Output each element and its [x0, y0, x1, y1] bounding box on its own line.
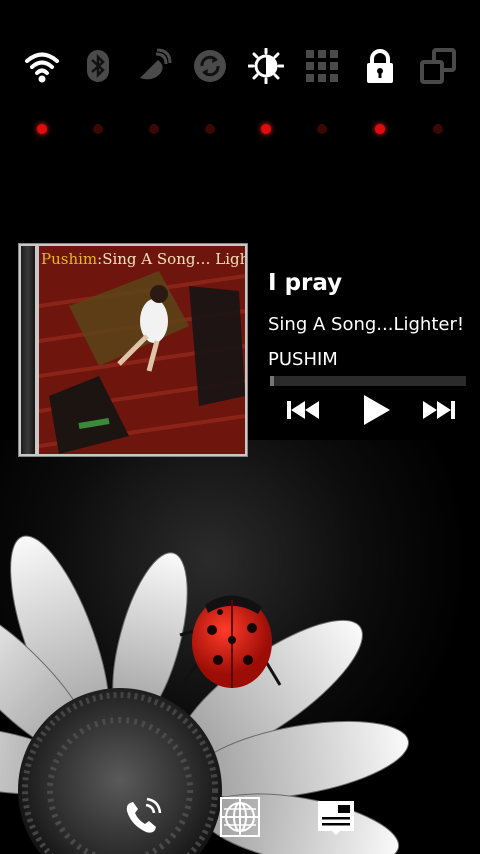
cover-text: Pushim:Sing A Song… Lighter!	[41, 250, 245, 268]
toggle-indicator	[375, 124, 385, 134]
track-album: Sing A Song...Lighter!	[268, 314, 465, 335]
wifi-toggle[interactable]	[14, 44, 70, 144]
cover-album-text: :Sing A Song… Lighter!	[97, 250, 245, 268]
sync-toggle[interactable]	[182, 44, 238, 144]
cd-case-spine	[21, 246, 35, 454]
track-title: I pray	[268, 270, 343, 296]
cover-artist-text: Pushim	[41, 250, 98, 268]
bluetooth-toggle[interactable]	[70, 44, 126, 144]
brightness-toggle[interactable]	[238, 44, 294, 144]
data-toggle[interactable]	[294, 44, 350, 144]
previous-icon	[287, 401, 319, 419]
phone-icon	[126, 797, 162, 833]
playback-progress[interactable]	[270, 376, 466, 386]
toggle-indicator	[93, 124, 103, 134]
lock-toggle[interactable]	[352, 44, 408, 144]
album-cover: Pushim:Sing A Song… Lighter!	[39, 246, 245, 454]
toggle-indicator	[433, 124, 443, 134]
toggle-indicator	[205, 124, 215, 134]
browser-button[interactable]	[220, 797, 260, 837]
messages-button[interactable]	[316, 797, 356, 837]
play-icon	[364, 395, 390, 425]
track-artist: PUSHIM	[268, 349, 338, 370]
messages-icon	[318, 801, 354, 835]
next-icon	[423, 401, 455, 419]
gps-icon	[140, 48, 172, 80]
play-button[interactable]	[356, 394, 396, 426]
next-button[interactable]	[418, 394, 458, 426]
toggle-indicator	[149, 124, 159, 134]
bluetooth-icon	[87, 50, 109, 82]
rotation-icon	[420, 48, 456, 84]
brightness-icon	[248, 48, 284, 84]
previous-button[interactable]	[284, 394, 324, 426]
data-icon	[306, 50, 338, 82]
toggle-indicator	[37, 124, 47, 134]
wifi-icon	[25, 52, 59, 83]
gps-toggle[interactable]	[126, 44, 182, 144]
album-art[interactable]: Pushim:Sing A Song… Lighter!	[18, 243, 248, 457]
power-control-widget	[0, 44, 480, 144]
toggle-indicator	[261, 124, 271, 134]
rotation-toggle[interactable]	[410, 44, 466, 144]
sync-icon	[194, 50, 226, 82]
phone-button[interactable]	[122, 797, 162, 837]
lock-icon	[367, 49, 393, 83]
toggle-indicator	[317, 124, 327, 134]
progress-fill	[270, 376, 274, 386]
browser-icon	[220, 797, 260, 837]
